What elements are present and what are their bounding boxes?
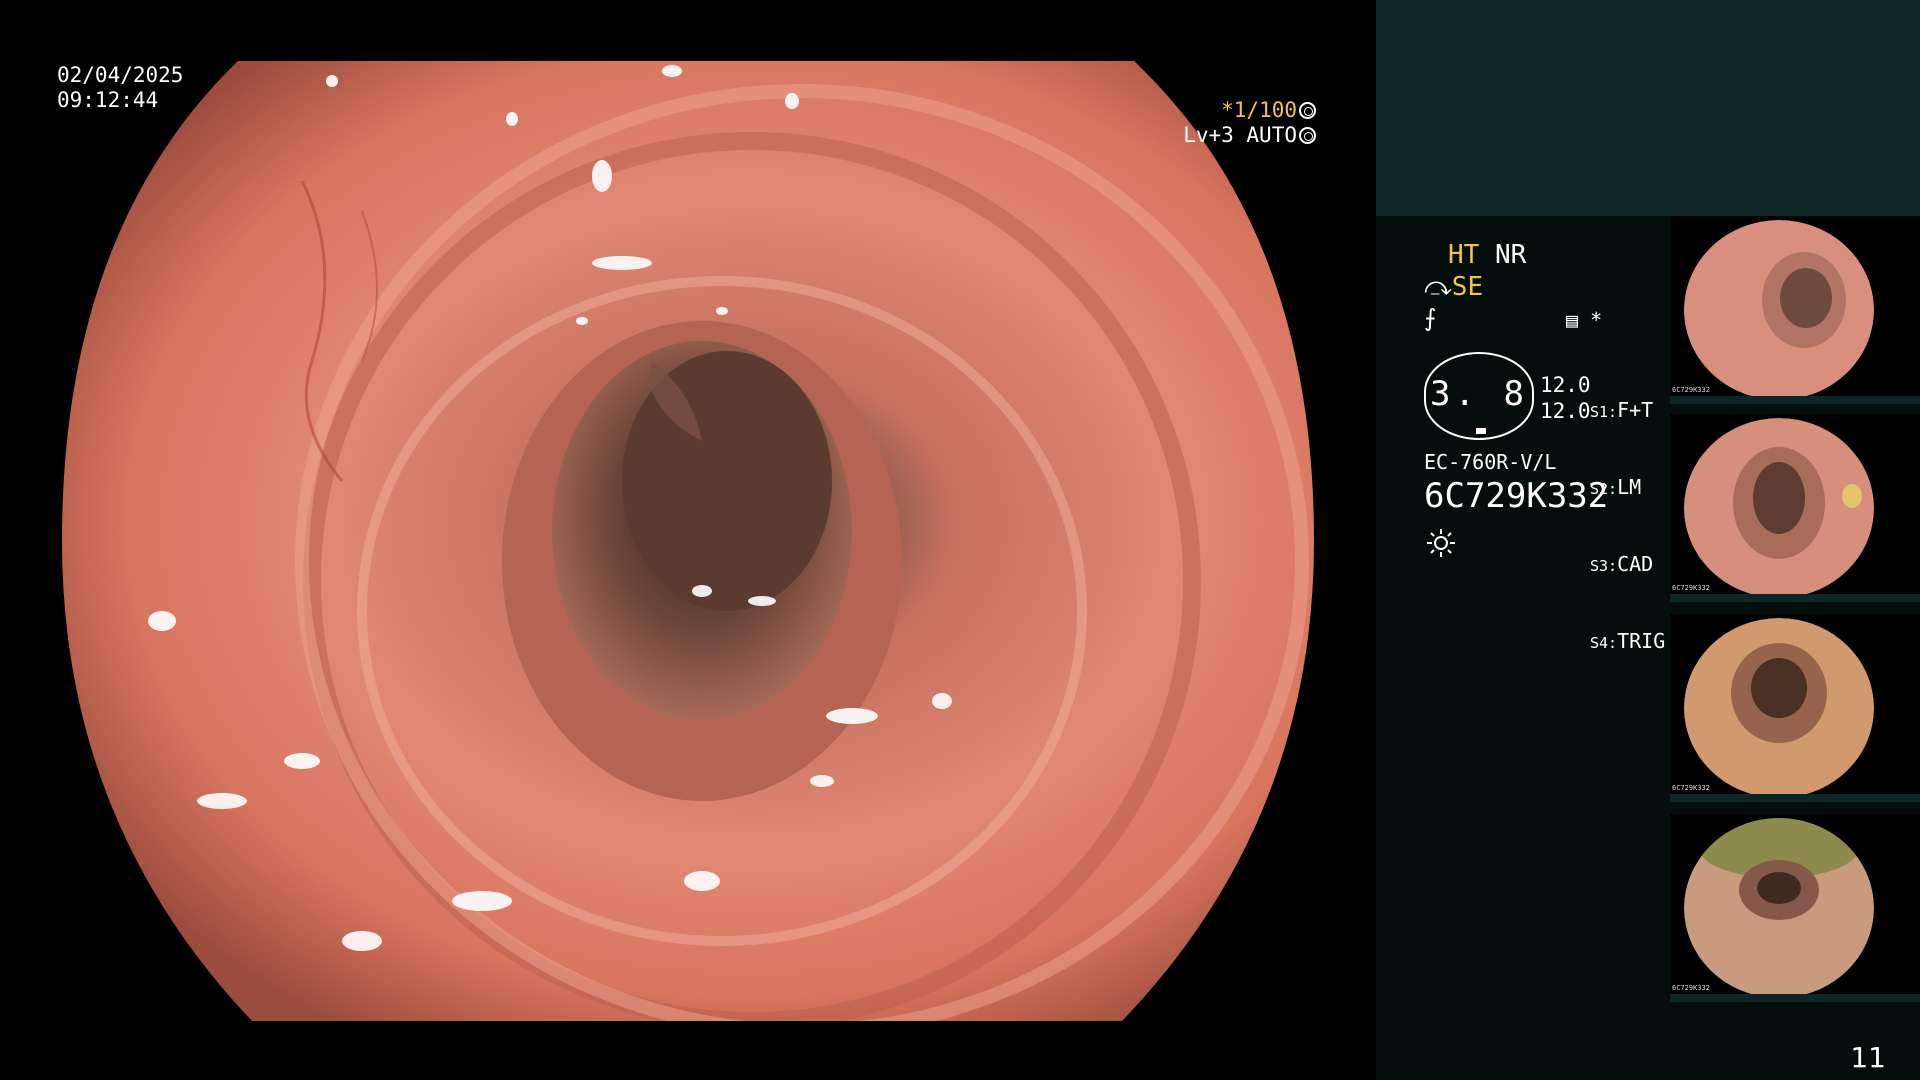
thumbnail-label: 6C729K332 — [1672, 984, 1710, 992]
thumbnail-image[interactable]: 6C729K332 — [1670, 814, 1920, 1002]
thumbnail-bar — [1670, 396, 1920, 404]
thumbnail-bar — [1670, 994, 1920, 1002]
gauge-value-1: 12.0 — [1540, 373, 1591, 397]
gauge-value: 3. 8 — [1430, 374, 1528, 414]
aperture-icon — [1299, 102, 1316, 119]
thumbnail-image[interactable]: 6C729K332 — [1670, 216, 1920, 404]
sun-icon — [1427, 529, 1455, 557]
thumbnail-picture — [1684, 220, 1874, 400]
thumbnail-label: 6C729K332 — [1672, 784, 1710, 792]
endoscopic-image — [62, 61, 1314, 1021]
switch-setting: S3:CAD — [1590, 552, 1654, 576]
date-text: 02/04/2025 — [57, 63, 184, 87]
se-status: ⤼SE — [1424, 272, 1483, 303]
thumbnail-picture — [1684, 618, 1874, 798]
gauge-value-2: 12.0 — [1540, 399, 1591, 423]
time-text: 09:12:44 — [57, 88, 159, 112]
thumbnail-label: 6C729K332 — [1672, 386, 1710, 394]
memo-icon: ▤ — [1566, 308, 1579, 332]
thumbnail-image[interactable]: 6C729K332 — [1670, 414, 1920, 602]
ht-nr-status: HT NR — [1448, 240, 1526, 270]
switch-setting: S4:TRIG — [1590, 629, 1666, 653]
memo-status: ▤ * — [1566, 308, 1602, 332]
scope-model: EC-760R-V/L — [1424, 450, 1557, 474]
switch-settings: S1:F+T S2:LM S3:CAD S4:TRIG — [1590, 348, 1665, 706]
memo-mark: * — [1590, 308, 1603, 332]
thumbnail-bar — [1670, 794, 1920, 802]
exposure-readout: *1/100 Lv+3 AUTO — [1183, 98, 1316, 148]
thumbnail-bar — [1670, 594, 1920, 602]
gauge-values: 12.0 12.0 — [1540, 372, 1591, 424]
ht-label: HT — [1448, 240, 1480, 270]
nr-label: NR — [1494, 240, 1527, 270]
scope-serial: 6C729K332 — [1424, 476, 1609, 516]
page-number: 11 — [1850, 1041, 1886, 1074]
gauge-indicator — [1476, 428, 1486, 434]
thumbnail-picture — [1684, 418, 1874, 598]
se-label: SE — [1451, 272, 1484, 302]
auto-exposure-icon — [1299, 127, 1316, 144]
contrast-icon: ⤼ — [1424, 272, 1452, 302]
magnification-gauge: 3. 8 — [1424, 352, 1534, 440]
timestamp: 02/04/2025 09:12:44 — [57, 63, 183, 113]
shutter-speed: *1/100 — [1221, 98, 1297, 122]
zoom-icon: ⨍ — [1424, 304, 1437, 332]
thumbnail-picture — [1684, 818, 1874, 998]
thumbnail-label: 6C729K332 — [1672, 584, 1710, 592]
switch-setting: S1:F+T — [1590, 398, 1654, 422]
scope-info: HT NR ⤼SE ⨍ ▤ * 3. 8 12.0 12.0 S1:F+T S2:… — [1400, 240, 1690, 653]
thumbnail-image[interactable]: 6C729K332 — [1670, 614, 1920, 802]
brightness-level: Lv+3 AUTO — [1183, 123, 1297, 147]
panel-header-area — [1376, 0, 1920, 216]
endoscope-view: 02/04/2025 09:12:44 *1/100 Lv+3 AUTO — [0, 0, 1376, 1080]
